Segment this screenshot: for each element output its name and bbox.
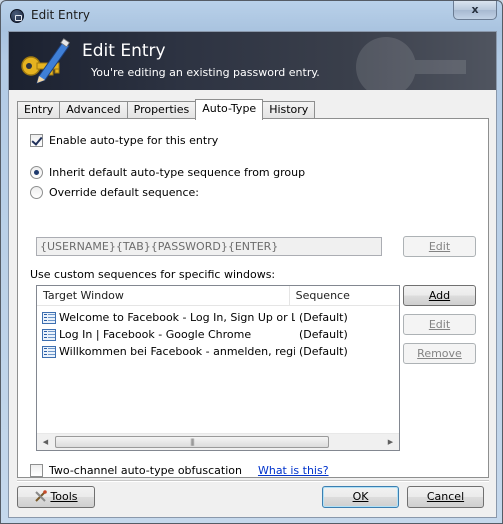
inherit-sequence-radio[interactable] [30, 166, 43, 179]
tab-history[interactable]: History [262, 101, 316, 119]
ok-button[interactable]: OK [322, 486, 399, 508]
horizontal-scrollbar[interactable]: ◀ ||| ▶ [37, 433, 399, 450]
what-is-this-link[interactable]: What is this? [258, 464, 329, 477]
add-button[interactable]: Add [403, 285, 476, 306]
edit-association-label: Edit [428, 318, 451, 331]
override-sequence-label: Override default sequence: [49, 186, 200, 199]
tools-button[interactable]: Tools [17, 486, 95, 508]
close-button[interactable]: x [453, 1, 497, 20]
window-list-icon [42, 328, 56, 341]
default-sequence-field[interactable]: {USERNAME}{TAB}{PASSWORD}{ENTER} [36, 237, 382, 256]
cancel-button[interactable]: Cancel [407, 486, 484, 508]
lock-icon [10, 9, 24, 23]
sequence-cell: (Default) [299, 311, 348, 324]
sequence-cell: (Default) [299, 345, 348, 358]
close-icon: x [471, 3, 479, 16]
footer-separator [17, 480, 489, 482]
custom-sequences-label: Use custom sequences for specific window… [30, 268, 276, 281]
tab-entry[interactable]: Entry [17, 101, 61, 119]
window-list-icon [42, 311, 56, 324]
custom-sequences-caption-row: Use custom sequences for specific window… [30, 268, 275, 281]
scroll-right-icon[interactable]: ▶ [382, 434, 399, 450]
list-item[interactable]: Welcome to Facebook - Log In, Sign Up or… [37, 309, 399, 326]
remove-label: Remove [417, 347, 462, 360]
obfuscation-row[interactable]: Two-channel auto-type obfuscation What i… [30, 464, 329, 477]
obfuscation-checkbox[interactable] [30, 464, 43, 477]
custom-sequences-list[interactable]: Target Window Sequence Welcome to Facebo… [36, 285, 400, 451]
tools-label: Tools [50, 490, 78, 503]
column-sequence[interactable]: Sequence [290, 286, 399, 306]
list-item[interactable]: Willkommen bei Facebook - anmelden, regi… [37, 343, 399, 360]
title-bar[interactable]: Edit Entry x [1, 1, 502, 31]
key-pencil-icon [21, 38, 70, 84]
auto-type-panel: Enable auto-type for this entry Inherit … [17, 118, 489, 478]
scroll-left-icon[interactable]: ◀ [37, 434, 54, 450]
sequence-cell: (Default) [299, 328, 348, 341]
tools-icon [35, 490, 48, 502]
override-sequence-radio[interactable] [30, 186, 43, 199]
edit-sequence-label: Edit [428, 240, 451, 253]
enable-autotype-label: Enable auto-type for this entry [49, 134, 219, 147]
scroll-thumb[interactable]: ||| [55, 436, 329, 448]
window-title: Edit Entry [31, 8, 90, 22]
target-window-cell: Welcome to Facebook - Log In, Sign Up or… [59, 311, 295, 324]
banner-subtitle: You're editing an existing password entr… [91, 66, 320, 79]
column-target-window[interactable]: Target Window [37, 286, 290, 306]
cancel-label: Cancel [426, 490, 465, 503]
ok-label: OK [352, 490, 369, 503]
obfuscation-label: Two-channel auto-type obfuscation [49, 464, 242, 477]
window-list-icon [42, 345, 56, 358]
enable-autotype-checkbox[interactable] [30, 134, 43, 147]
edit-association-button[interactable]: Edit [403, 314, 476, 335]
tab-strip: Entry Advanced Properties Auto-Type Hist… [17, 99, 316, 120]
enable-autotype-row[interactable]: Enable auto-type for this entry [30, 134, 218, 147]
target-window-cell: Willkommen bei Facebook - anmelden, regi… [59, 345, 295, 358]
edit-sequence-button[interactable]: Edit [403, 236, 476, 257]
inherit-sequence-row[interactable]: Inherit default auto-type sequence from … [30, 166, 305, 179]
list-header: Target Window Sequence [37, 286, 399, 306]
edit-entry-window: Edit Entry x Edit Entry You're editing a… [0, 0, 503, 524]
tab-advanced[interactable]: Advanced [59, 101, 128, 119]
target-window-cell: Log In | Facebook - Google Chrome [59, 328, 252, 341]
list-item[interactable]: Log In | Facebook - Google Chrome (Defau… [37, 326, 399, 343]
banner-title: Edit Entry [82, 41, 166, 61]
remove-button[interactable]: Remove [403, 343, 476, 364]
dialog-client-area: Edit Entry You're editing an existing pa… [8, 31, 497, 518]
override-sequence-row[interactable]: Override default sequence: [30, 186, 199, 199]
tab-auto-type[interactable]: Auto-Type [195, 99, 264, 120]
banner-watermark-icon [356, 37, 466, 90]
banner: Edit Entry You're editing an existing pa… [9, 32, 496, 90]
add-label: Add [428, 289, 451, 302]
tab-properties[interactable]: Properties [126, 101, 197, 119]
inherit-sequence-label: Inherit default auto-type sequence from … [49, 166, 306, 179]
